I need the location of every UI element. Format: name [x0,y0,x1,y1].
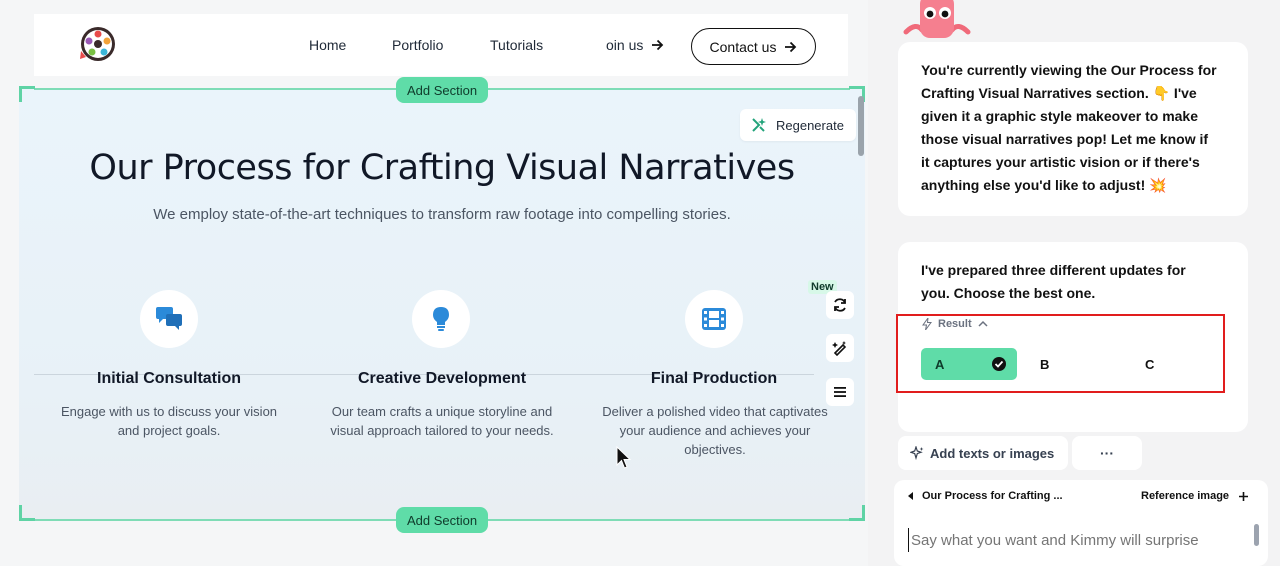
sparkle-regenerate-icon [752,118,766,132]
arrow-right-icon [652,39,664,51]
feature-desc-development: Our team crafts a unique storyline and v… [306,402,578,440]
refresh-icon [834,298,846,312]
feature-title-development: Creative Development [357,370,527,387]
selection-border-bottom-left [34,519,398,521]
contact-us-button[interactable]: Contact us [691,28,816,65]
edit-style-button[interactable] [826,334,854,362]
desc-line: your audience and achieves your [619,423,811,438]
swap-layout-button[interactable] [826,291,854,319]
message-line: it captures your artistic vision or if t… [921,154,1200,170]
film-icon [702,308,726,330]
mouse-cursor-icon [616,446,632,469]
reference-label: Reference image [1141,490,1230,502]
selection-corner-handle[interactable] [19,505,35,521]
lightbulb-icon [433,307,449,331]
message-line: given it a graphic style makeover to mak… [921,108,1199,124]
regenerate-button[interactable]: Regenerate [740,109,856,141]
composer-scrollbar[interactable] [1254,524,1259,546]
selection-border-top-left [34,88,398,90]
selection-border-top-right [488,88,850,90]
feature-title-production: Final Production [650,370,778,387]
prompt-input[interactable] [908,528,1238,552]
nav-join-us-label: oin us [606,37,644,53]
section-menu-button[interactable] [826,378,854,406]
sparkle-icon [910,446,924,460]
desc-line: Deliver a polished video that captivates [602,404,828,419]
message-line: I've prepared three different updates fo… [921,262,1186,278]
nav-join-us[interactable]: oin us [606,37,664,53]
section-title: Our Process for Crafting Visual Narrativ… [89,148,795,188]
contact-us-label: Contact us [709,38,777,55]
options-message-text: I've prepared three different updates fo… [921,259,1241,305]
reference-image-button[interactable]: Reference image [1141,490,1249,502]
selection-corner-handle[interactable] [19,86,35,102]
arrow-right-icon [785,41,797,52]
mascot-avatar [903,0,971,38]
message-line: anything else you'd like to adjust! 💥 [921,177,1167,193]
feature-icon-wrap [685,290,743,348]
selection-border-bottom-right [488,519,850,521]
editor-canvas: Home Portfolio Tutorials oin us Contact … [0,0,868,566]
feature-desc-consultation: Engage with us to discuss your vision an… [34,402,304,440]
section-context-chip[interactable]: Our Process for Crafting ... [908,490,1063,502]
plus-icon [1239,491,1249,501]
caret-left-icon [908,492,913,500]
desc-line: Our team crafts a unique storyline and [331,404,553,419]
add-section-button-top[interactable]: Add Section [396,77,489,103]
message-line: Crafting Visual Narratives section. 👇 I'… [921,85,1197,101]
editor-scrollbar[interactable] [858,96,864,156]
assistant-message-text: You're currently viewing the Our Process… [921,59,1241,197]
magic-pen-icon [832,341,847,356]
section-subtitle: We employ state-of-the-art techniques to… [153,206,731,223]
selection-corner-handle[interactable] [849,505,865,521]
nav-tutorials[interactable]: Tutorials [490,37,543,53]
add-texts-label: Add texts or images [930,445,1055,461]
more-options-button[interactable]: ··· [1072,436,1142,470]
add-texts-images-button[interactable]: Add texts or images [898,436,1068,470]
add-section-button-bottom[interactable]: Add Section [396,507,489,533]
site-header: Home Portfolio Tutorials oin us Contact … [34,14,848,76]
desc-line: and project goals. [117,423,221,438]
message-line: you. Choose the best one. [921,285,1096,301]
message-line: You're currently viewing the Our Process… [921,62,1217,78]
film-reel-logo[interactable] [78,24,118,64]
regenerate-label: Regenerate [776,117,844,133]
nav-portfolio[interactable]: Portfolio [392,37,443,53]
context-label: Our Process for Crafting ... [922,490,1063,502]
message-line: those visual narratives pop! Let me know… [921,131,1209,147]
desc-line: visual approach tailored to your needs. [330,423,554,438]
chat-bubbles-icon [156,307,182,330]
desc-line: Engage with us to discuss your vision [60,404,278,419]
feature-icon-wrap [140,290,198,348]
feature-title-consultation: Initial Consultation [97,370,241,387]
menu-icon [834,387,846,397]
chat-composer: Our Process for Crafting ... Reference i… [894,480,1268,566]
result-options-highlight [896,314,1225,393]
feature-icon-wrap [412,290,470,348]
nav-home[interactable]: Home [309,37,346,53]
